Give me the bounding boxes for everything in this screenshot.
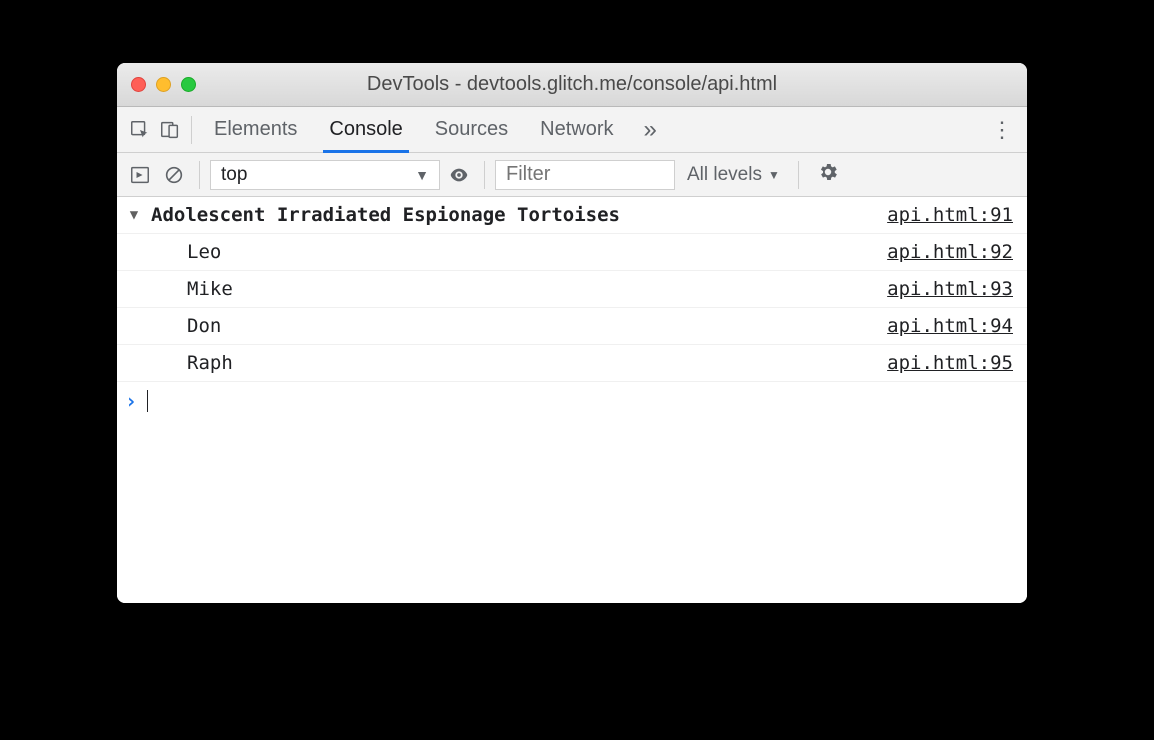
separator	[484, 161, 485, 189]
log-levels-selector[interactable]: All levels ▼	[679, 164, 788, 186]
console-log-message: Raph	[151, 345, 887, 381]
console-group-label: Adolescent Irradiated Espionage Tortoise…	[151, 197, 887, 233]
titlebar: DevTools - devtools.glitch.me/console/ap…	[117, 63, 1027, 107]
live-expression-icon[interactable]	[444, 160, 474, 190]
log-levels-label: All levels	[687, 164, 762, 186]
window-close-button[interactable]	[131, 77, 146, 92]
console-log-row: Raph api.html:95	[117, 345, 1027, 382]
clear-console-icon[interactable]	[159, 160, 189, 190]
console-settings-icon[interactable]	[809, 161, 847, 189]
window-minimize-button[interactable]	[156, 77, 171, 92]
tab-elements[interactable]: Elements	[198, 107, 313, 152]
text-cursor	[147, 390, 148, 412]
source-link[interactable]: api.html:92	[887, 234, 1027, 270]
separator	[191, 116, 192, 144]
group-toggle-icon[interactable]	[117, 197, 151, 233]
source-link[interactable]: api.html:94	[887, 308, 1027, 344]
chevron-down-icon: ▼	[415, 167, 429, 183]
tab-sources[interactable]: Sources	[419, 107, 524, 152]
tab-console[interactable]: Console	[313, 107, 418, 152]
traffic-lights	[117, 77, 196, 92]
console-log-message: Leo	[151, 234, 887, 270]
context-selector[interactable]: top ▼	[210, 160, 440, 190]
console-log-row: Mike api.html:93	[117, 271, 1027, 308]
context-selector-value: top	[221, 164, 247, 186]
separator	[798, 161, 799, 189]
tab-network[interactable]: Network	[524, 107, 629, 152]
console-group-header[interactable]: Adolescent Irradiated Espionage Tortoise…	[117, 197, 1027, 234]
main-tabs: Elements Console Sources Network » ⋮	[117, 107, 1027, 153]
console-toolbar: top ▼ All levels ▼	[117, 153, 1027, 197]
kebab-menu-icon[interactable]: ⋮	[991, 117, 1013, 143]
console-log-message: Mike	[151, 271, 887, 307]
window-maximize-button[interactable]	[181, 77, 196, 92]
source-link[interactable]: api.html:91	[887, 197, 1027, 233]
separator	[199, 161, 200, 189]
console-prompt[interactable]: ›	[117, 382, 1027, 420]
more-tabs-button[interactable]: »	[630, 116, 671, 144]
device-mode-icon[interactable]	[155, 115, 185, 145]
source-link[interactable]: api.html:93	[887, 271, 1027, 307]
console-log-row: Leo api.html:92	[117, 234, 1027, 271]
console-log-message: Don	[151, 308, 887, 344]
filter-input[interactable]	[495, 160, 675, 190]
show-console-drawer-icon[interactable]	[125, 160, 155, 190]
window-title: DevTools - devtools.glitch.me/console/ap…	[117, 73, 1027, 96]
source-link[interactable]: api.html:95	[887, 345, 1027, 381]
prompt-caret-icon: ›	[125, 389, 147, 413]
devtools-window: DevTools - devtools.glitch.me/console/ap…	[117, 63, 1027, 603]
chevron-down-icon: ▼	[768, 168, 780, 182]
console-output[interactable]: Adolescent Irradiated Espionage Tortoise…	[117, 197, 1027, 603]
console-log-row: Don api.html:94	[117, 308, 1027, 345]
inspect-element-icon[interactable]	[125, 115, 155, 145]
